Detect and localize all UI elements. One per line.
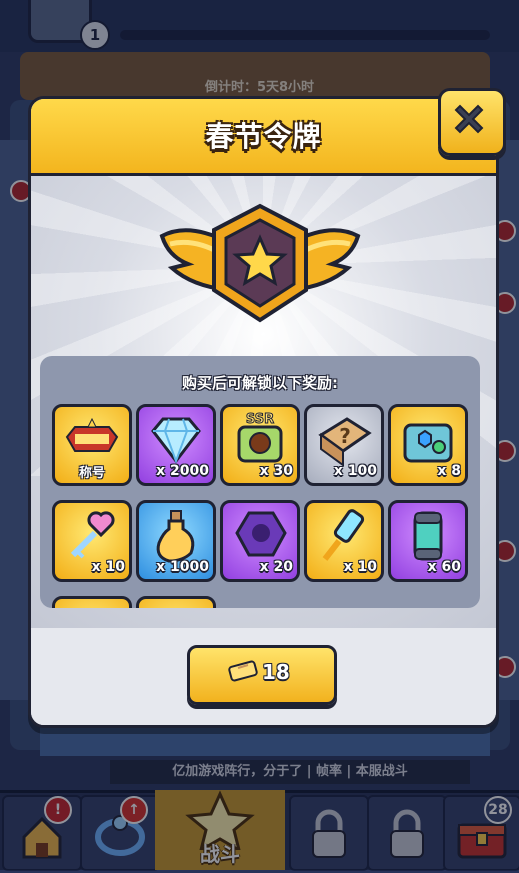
reward-count: x 1000 xyxy=(156,559,209,575)
purchase-button[interactable]: 18 xyxy=(187,645,337,705)
reward-tile-partial[interactable] xyxy=(136,596,216,608)
reward-tile-ssr-chest[interactable]: SSR x 30 xyxy=(220,404,300,486)
reward-tile-partial[interactable] xyxy=(52,596,132,608)
reward-name: 称号 xyxy=(78,466,105,481)
reward-tile-crystal-key[interactable]: x 10 xyxy=(304,500,384,582)
reward-count: x 30 xyxy=(259,463,293,479)
ticket-icon xyxy=(228,660,258,682)
reward-tile-energy-canister[interactable]: x 60 xyxy=(388,500,468,582)
svg-text:SSR: SSR xyxy=(246,412,274,427)
purchase-price: 18 xyxy=(262,660,290,684)
reward-tile-gem-chest[interactable]: x 8 xyxy=(388,404,468,486)
reward-tile-mystery-box[interactable]: ? x 100 xyxy=(304,404,384,486)
reward-tile-title[interactable]: 称号 xyxy=(52,404,132,486)
modal-title: 春节令牌 xyxy=(205,120,322,153)
reward-count: x 10 xyxy=(91,559,125,575)
reward-count: x 100 xyxy=(333,463,377,479)
reward-tile-diamond[interactable]: x 2000 xyxy=(136,404,216,486)
reward-count: x 2000 xyxy=(156,463,209,479)
modal-header: 春节令牌 xyxy=(31,99,496,176)
rewards-panel: 购买后可解锁以下奖励: 称号 x 2000 SSR x 30 ? x 100 x… xyxy=(40,356,480,608)
svg-text:?: ? xyxy=(339,424,351,448)
rewards-title: 购买后可解锁以下奖励: xyxy=(182,374,338,392)
reward-count: x 60 xyxy=(427,559,461,575)
close-button[interactable] xyxy=(438,88,506,156)
reward-tile-potion[interactable]: x 1000 xyxy=(136,500,216,582)
reward-count: x 20 xyxy=(259,559,293,575)
reward-count: x 10 xyxy=(343,559,377,575)
reward-count: x 8 xyxy=(437,463,461,479)
close-icon xyxy=(454,104,484,134)
winged-star-emblem-icon xyxy=(159,203,361,323)
reward-tile-purple-stone[interactable]: x 20 xyxy=(220,500,300,582)
reward-tile-heart-key[interactable]: x 10 xyxy=(52,500,132,582)
